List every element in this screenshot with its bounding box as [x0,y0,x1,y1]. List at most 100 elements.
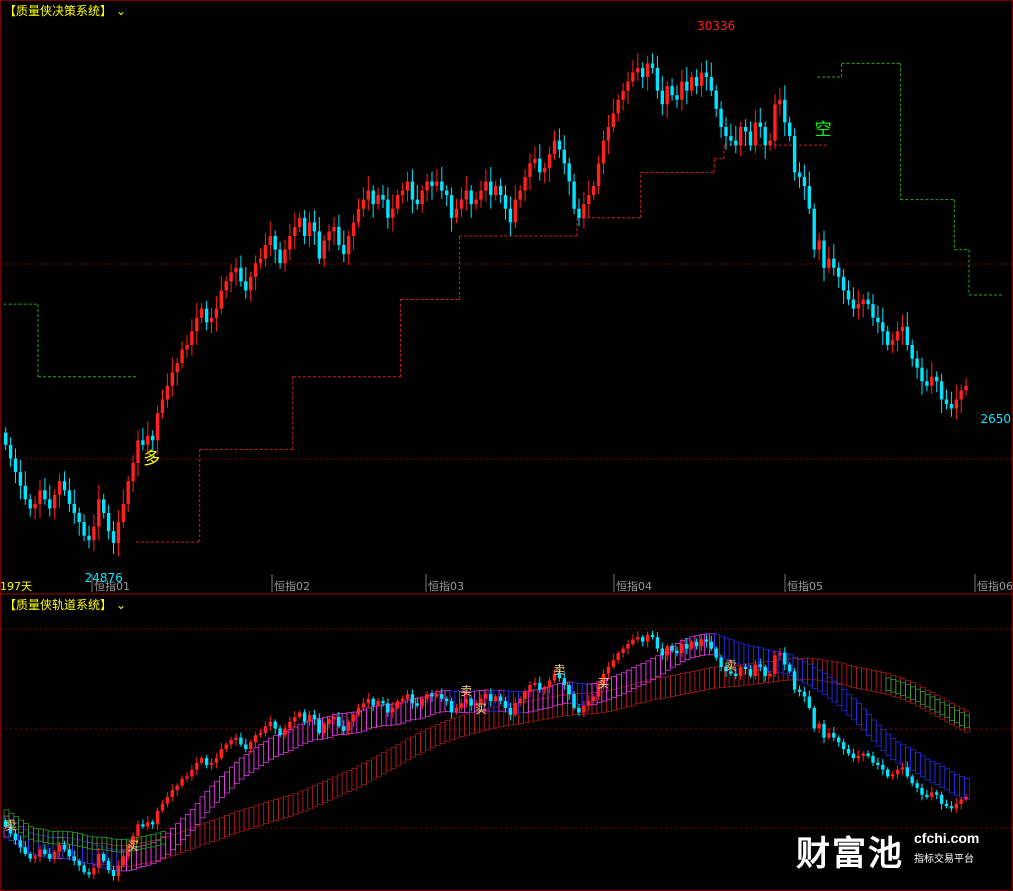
band-fast-cell [219,776,225,798]
candle [288,235,292,250]
band-slow-cell [33,834,39,857]
candle [18,472,23,486]
candle [959,799,963,804]
candle [645,63,650,78]
candle [704,72,709,78]
band-slow-cell [444,720,451,742]
candle [229,272,233,282]
band-fast-cell [552,684,559,707]
band-slow-cell [116,845,122,868]
band-slow-cell [802,657,808,680]
band-fast-cell [905,746,911,769]
band-slow-cell [268,800,274,823]
band-fast-cell [292,726,299,749]
candle [195,317,199,332]
candle [131,463,135,482]
candle [719,657,723,667]
candle [753,122,758,146]
bottom-panel-title-text: 【质量侠轨道系统】 [4,598,113,612]
candle [734,140,738,146]
candle [170,790,174,797]
candle [773,655,777,674]
candle [77,860,81,866]
candle [327,719,331,724]
candle [518,698,522,704]
candle [636,67,640,73]
candle [543,687,547,690]
candle [523,691,527,699]
candle [92,867,96,875]
candle [77,512,81,523]
last-price-label: 2650 [980,412,1011,426]
candle [239,737,243,745]
candle [454,208,459,218]
candle [876,317,880,323]
band-slow-cell [719,666,725,688]
band-slow-cell [841,663,848,686]
band-fast-cell [557,682,563,705]
band-slow-cell [317,783,323,806]
chevron-down-icon[interactable]: ⌄ [116,598,126,612]
candle [48,499,52,509]
candle [337,717,341,727]
band-fast-cell [199,796,206,819]
candle [307,222,312,236]
candle [714,648,718,658]
band-fast-cell [915,752,921,775]
candle [440,181,444,191]
candle [253,263,258,277]
band-fast-cell [91,844,98,867]
candle [425,181,429,191]
band-fast-cell [547,685,554,708]
band-fast-cell [180,818,186,841]
x-tick-label: 恒指02 [274,579,310,593]
candle [925,381,929,386]
candle [273,721,277,729]
band-slow-cell [434,724,441,746]
band-fast-cell [111,849,118,871]
candle [376,701,380,706]
candle [851,753,856,759]
candle [155,810,160,825]
chevron-down-icon[interactable]: ⌄ [116,4,126,18]
band-slow-cell [885,673,892,696]
candle [293,717,297,722]
candle [660,90,664,105]
candle [621,648,625,654]
trade-signal-label: 买 [127,839,139,853]
candle [547,154,552,168]
candle [430,694,434,697]
candle [846,290,851,300]
candle [675,95,679,100]
candle [939,381,944,400]
candle [861,753,865,756]
band-slow-cell [621,686,627,709]
candle [783,653,787,665]
candle [204,758,209,765]
candle [508,707,513,715]
candle [102,499,106,513]
bottom-panel-title[interactable]: 【质量侠轨道系统】 ⌄ [4,596,126,613]
band-slow-cell [591,692,598,714]
band-slow-cell [866,669,872,691]
candle [944,399,949,404]
band-slow-cell [86,842,93,864]
candle [435,694,439,697]
band-slow-cell [836,662,843,685]
band-fast-cell [170,828,176,850]
candle [930,376,934,386]
candle [606,666,611,674]
candle [959,390,963,400]
band-green-cell [919,691,926,705]
candle [778,99,782,105]
band-slow-cell [650,678,657,701]
band-fast-cell [934,763,941,785]
band-fast-cell [621,672,627,695]
top-panel-title[interactable]: 【质量侠决策系统】 ⌄ [4,2,126,19]
candle [361,199,366,209]
band-fast-cell [302,721,309,744]
candle [636,637,640,640]
candle [263,245,268,259]
candle [298,217,302,227]
candle [861,299,865,305]
